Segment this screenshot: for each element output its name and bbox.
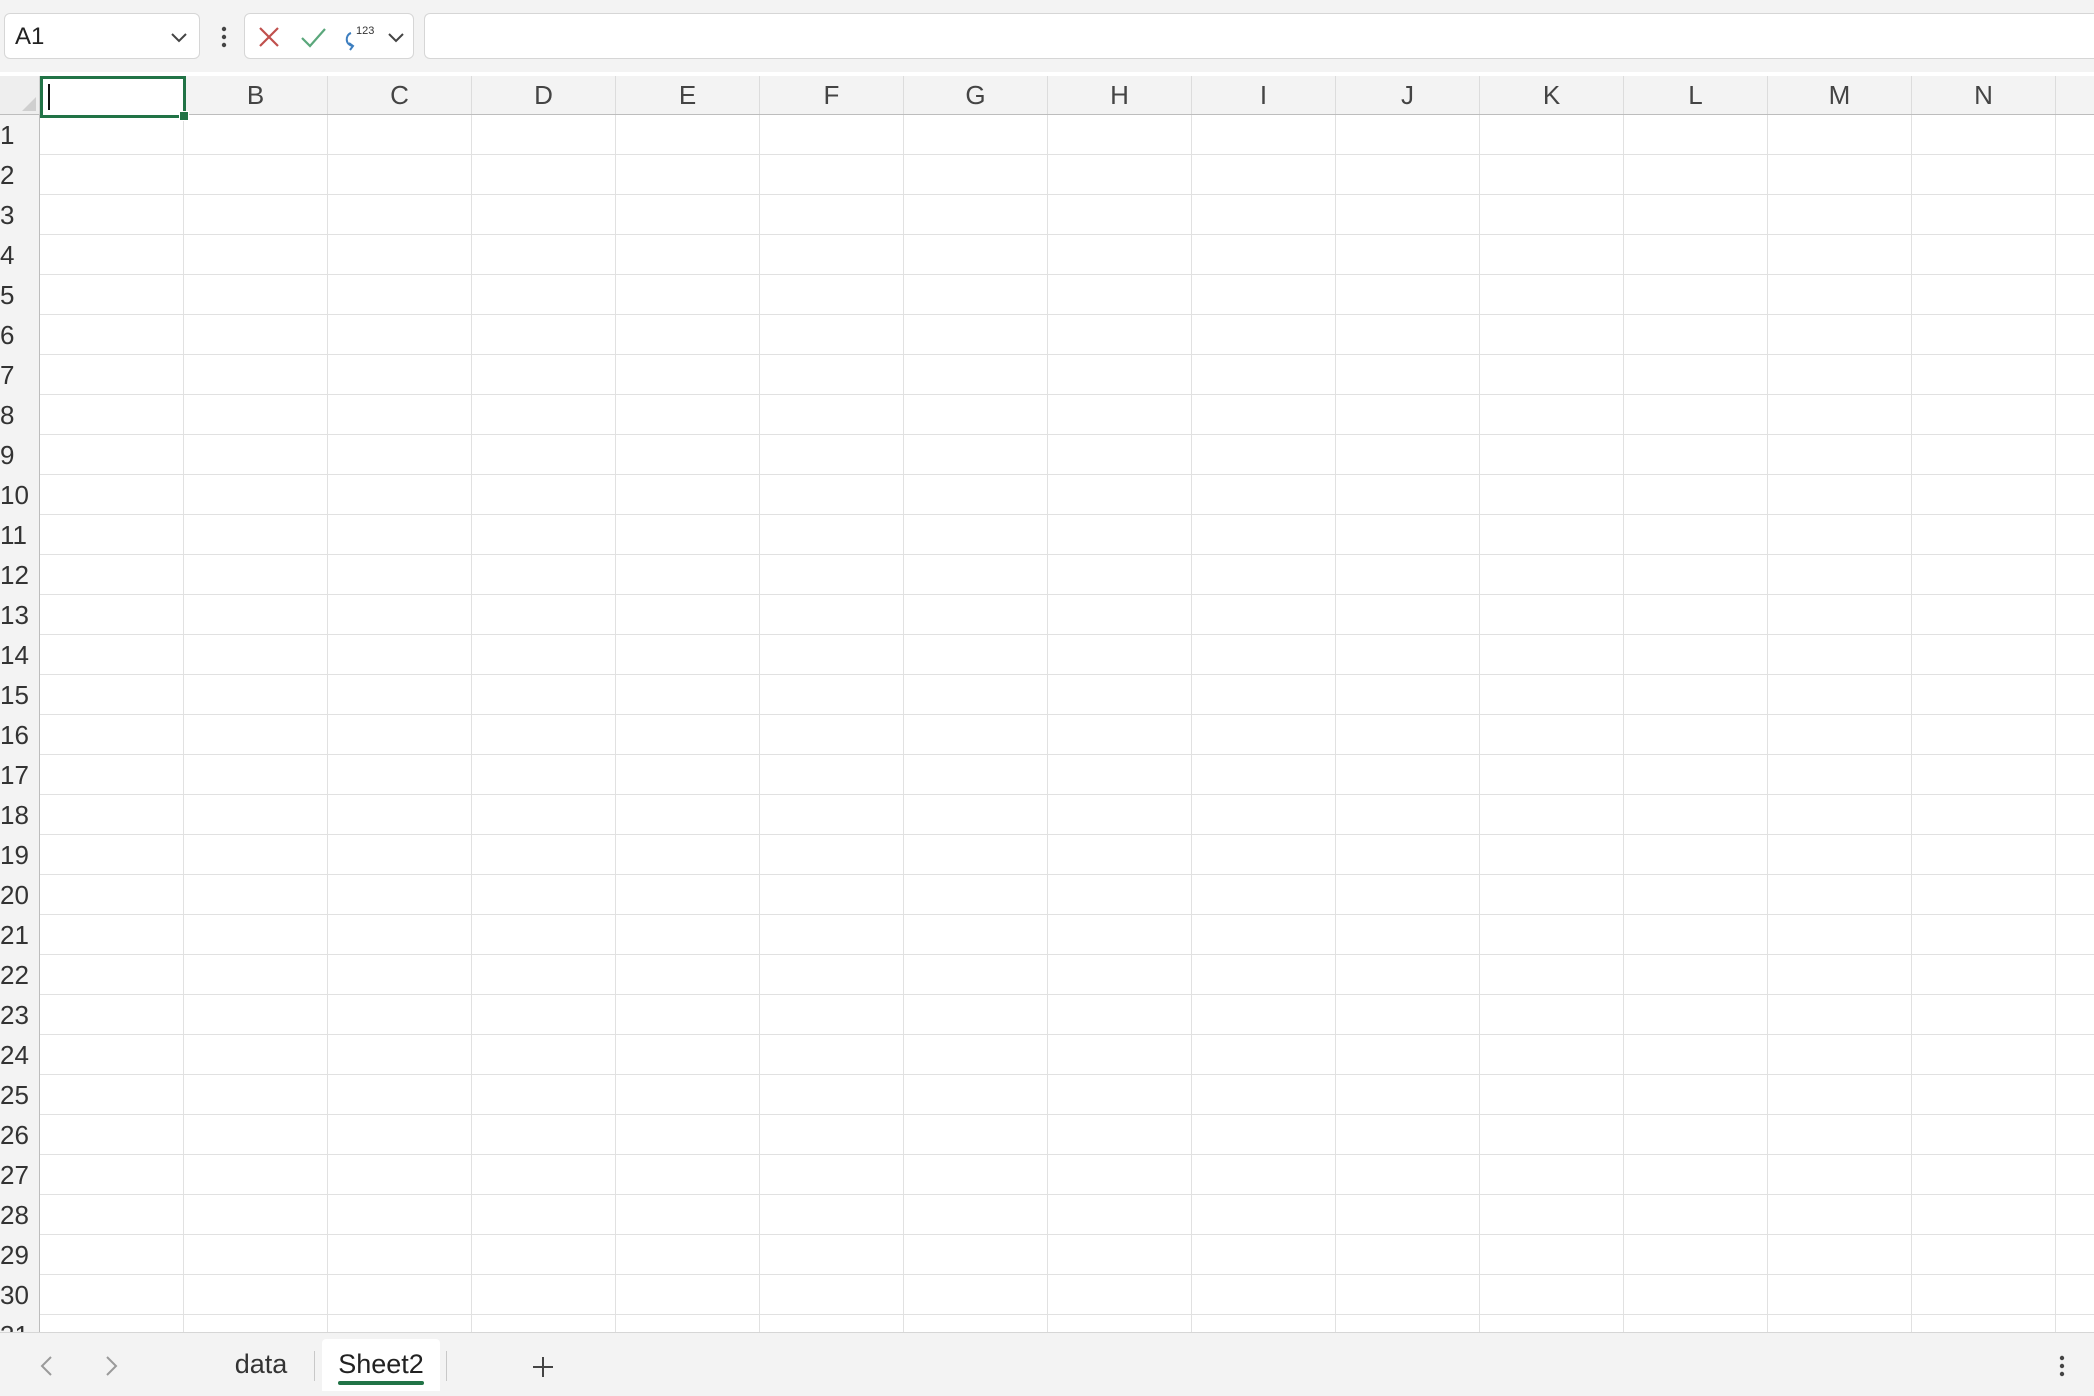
row-header[interactable]: 30 [0,1275,40,1315]
column-header[interactable]: L [1624,76,1768,114]
column-header[interactable]: I [1192,76,1336,114]
select-all-corner[interactable] [0,76,40,115]
row-header[interactable]: 19 [0,835,40,875]
sheet-tab-bar: data Sheet2 [0,1332,2094,1396]
tab-separator [314,1351,315,1381]
plus-icon[interactable] [526,1350,560,1384]
active-tab-indicator [338,1381,424,1385]
row-header[interactable]: 29 [0,1235,40,1275]
sheet-tab-label: Sheet2 [338,1349,424,1379]
chevron-right-icon[interactable] [96,1351,126,1381]
chevron-left-icon[interactable] [32,1351,62,1381]
row-header[interactable]: 21 [0,915,40,955]
formula-commands: 123 [244,13,414,59]
row-header[interactable]: 1 [0,115,40,155]
row-header[interactable]: 26 [0,1115,40,1155]
row-header[interactable]: 18 [0,795,40,835]
row-header[interactable]: 20 [0,875,40,915]
select-all-triangle-icon [22,97,36,111]
row-header[interactable]: 2 [0,155,40,195]
row-header[interactable]: 13 [0,595,40,635]
row-header[interactable]: 6 [0,315,40,355]
row-header[interactable]: 22 [0,955,40,995]
row-header[interactable]: 4 [0,235,40,275]
column-header[interactable]: H [1048,76,1192,114]
row-header[interactable]: 5 [0,275,40,315]
close-icon[interactable] [255,23,283,51]
cells-area[interactable] [40,115,2094,1332]
formula-type-label: 123 [356,25,374,37]
row-header[interactable]: 15 [0,675,40,715]
row-header[interactable]: 11 [0,515,40,555]
row-header[interactable]: 10 [0,475,40,515]
column-header[interactable]: E [616,76,760,114]
column-header-row: ABCDEFGHIJKLMN [40,76,2094,115]
row-header[interactable]: 8 [0,395,40,435]
column-header[interactable]: B [184,76,328,114]
chevron-down-icon[interactable] [167,25,191,49]
row-header[interactable]: 23 [0,995,40,1035]
column-header[interactable]: F [760,76,904,114]
row-header[interactable]: 27 [0,1155,40,1195]
formula-input[interactable] [424,13,2094,59]
spreadsheet-grid: ABCDEFGHIJKLMN 1234567891011121314151617… [0,76,2094,1332]
row-header[interactable]: 24 [0,1035,40,1075]
chevron-down-icon[interactable] [385,23,407,51]
row-header[interactable]: 9 [0,435,40,475]
row-header-column: 1 2 3 4 5 6 7 8 9 10 11 12 13 14 15 16 17 18 19 20 21 22 23 24 2… [0,115,40,1332]
name-box[interactable]: A1 [4,13,200,59]
row-header[interactable]: 12 [0,555,40,595]
row-header[interactable]: 25 [0,1075,40,1115]
name-box-value[interactable]: A1 [15,25,44,49]
row-header[interactable]: 3 [0,195,40,235]
formula-type-icon[interactable]: 123 [343,23,377,51]
sheet-tab-sheet2[interactable]: Sheet2 [322,1339,440,1391]
row-header[interactable]: 28 [0,1195,40,1235]
row-header[interactable]: 31 [0,1315,40,1332]
vertical-ellipsis-icon[interactable] [2052,1349,2072,1383]
tab-separator [446,1351,447,1381]
text-caret [48,84,50,110]
checkmark-icon[interactable] [299,23,327,51]
sheet-tab-data[interactable]: data [214,1339,308,1391]
vertical-ellipsis-icon[interactable] [214,20,234,54]
row-header[interactable]: 17 [0,755,40,795]
column-header[interactable]: N [1912,76,2056,114]
formula-bar: A1 123 [0,0,2094,72]
column-header[interactable]: G [904,76,1048,114]
column-header[interactable]: K [1480,76,1624,114]
fill-handle[interactable] [179,111,189,121]
column-header[interactable]: C [328,76,472,114]
column-header[interactable]: M [1768,76,1912,114]
column-header[interactable]: D [472,76,616,114]
row-header[interactable]: 7 [0,355,40,395]
active-cell[interactable] [40,76,189,121]
row-header[interactable]: 14 [0,635,40,675]
column-header[interactable]: J [1336,76,1480,114]
row-header[interactable]: 16 [0,715,40,755]
